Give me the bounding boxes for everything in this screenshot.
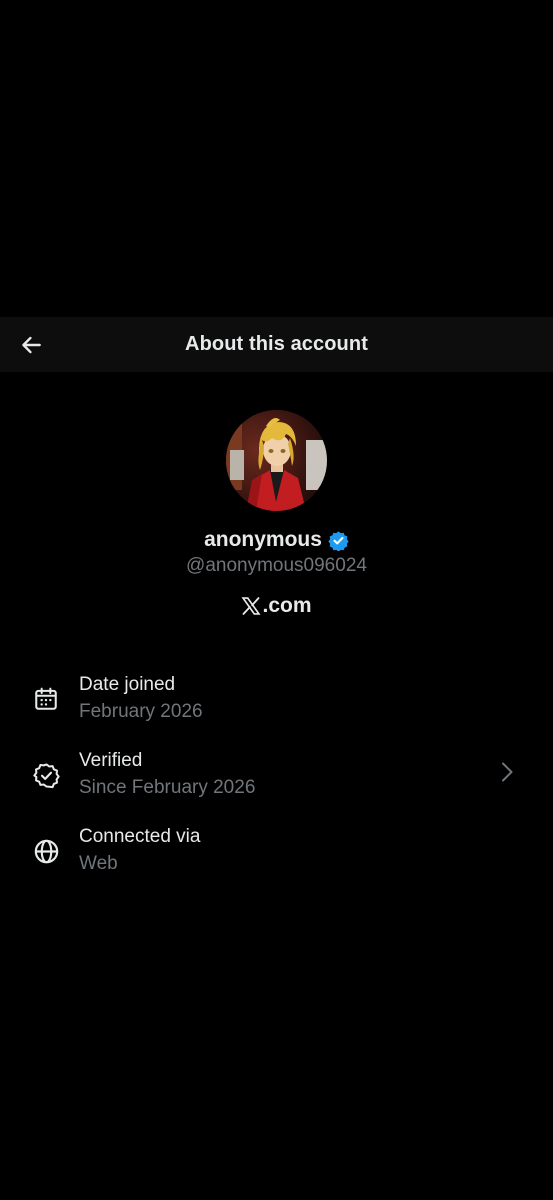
globe-icon (32, 837, 60, 865)
info-item-verified[interactable]: Verified Since February 2026 (0, 748, 553, 810)
display-name-row: anonymous (0, 526, 553, 554)
info-value: Since February 2026 (79, 777, 256, 798)
info-item-connected-via: Connected via Web (0, 824, 553, 886)
info-item-date-joined: Date joined February 2026 (0, 672, 553, 734)
page-title: About this account (185, 333, 368, 355)
calendar-icon (32, 685, 60, 713)
x-logo-icon (241, 596, 262, 616)
avatar-image (226, 410, 327, 511)
info-value: Web (79, 853, 118, 874)
arrow-left-icon (22, 336, 41, 354)
info-text: Verified Since February 2026 (79, 748, 255, 801)
avatar[interactable] (226, 410, 327, 511)
back-button[interactable] (14, 328, 48, 362)
account-handle: @anonymous096024 (186, 555, 367, 576)
verified-badge-icon (328, 530, 349, 551)
display-name: anonymous (204, 528, 322, 551)
site-text: .com (262, 594, 312, 617)
info-label: Date joined (79, 674, 176, 695)
top-bar: About this account (0, 317, 553, 372)
info-label: Verified (79, 750, 143, 771)
chevron-right-icon[interactable] (496, 761, 518, 783)
site-link[interactable]: .com (0, 591, 553, 621)
info-text: Date joined February 2026 (79, 672, 203, 725)
info-label: Connected via (79, 826, 201, 847)
verified-outline-icon (32, 761, 60, 789)
info-text: Connected via Web (79, 824, 200, 877)
about-account-page: About this account anonymous @anonymous0… (0, 0, 553, 1200)
info-value: February 2026 (79, 701, 203, 722)
